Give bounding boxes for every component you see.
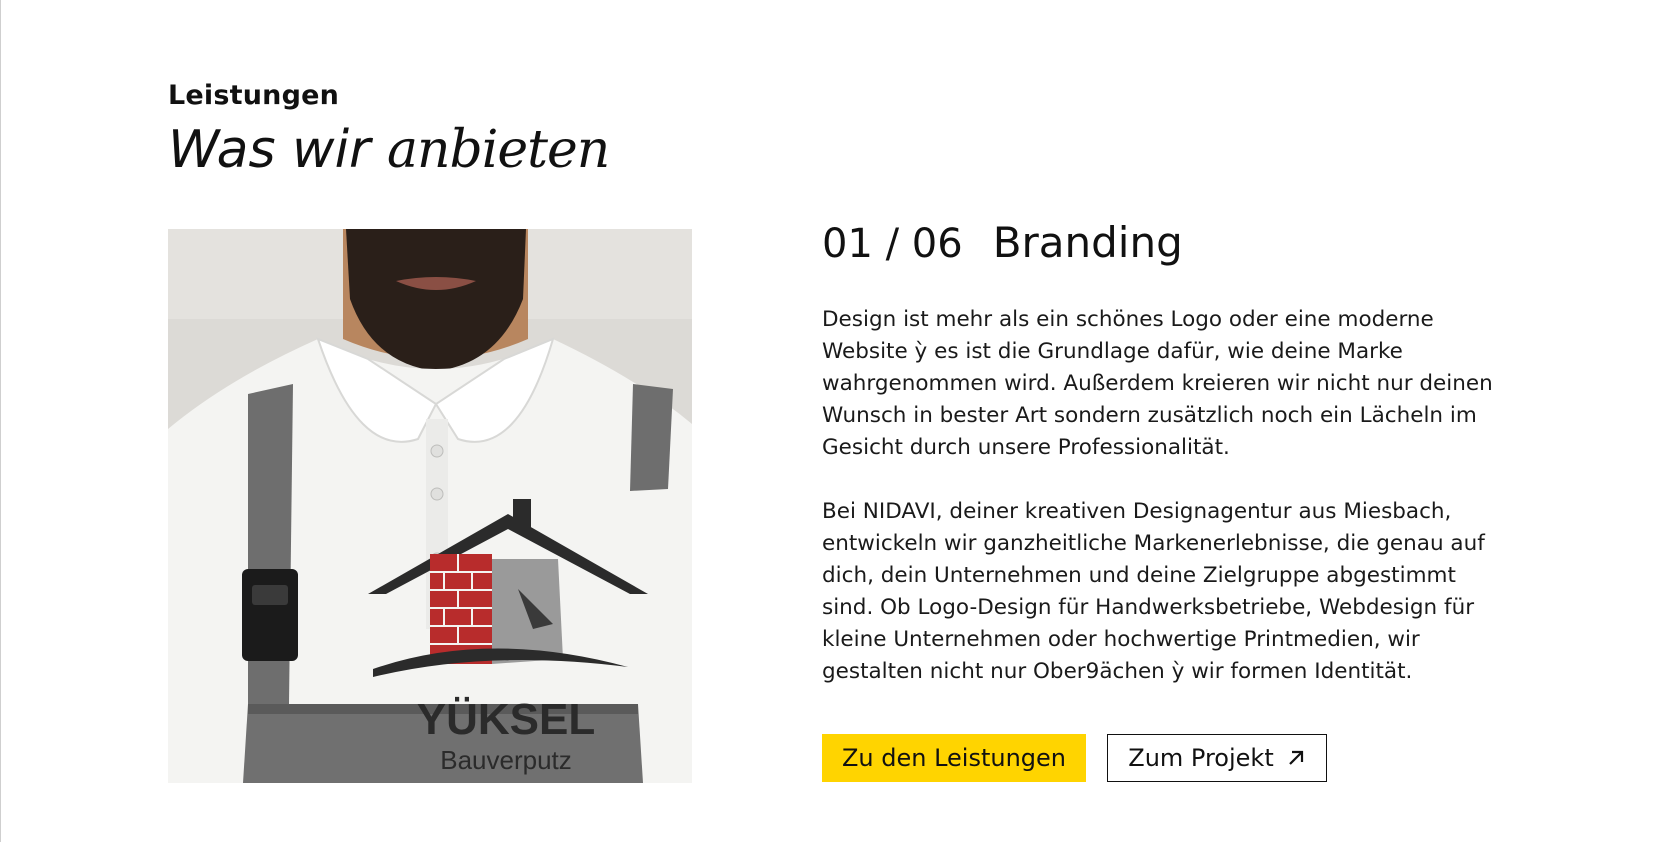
logo-name: YÜKSEL <box>417 695 595 744</box>
page-left-border <box>0 0 1 842</box>
headline-part-sans: Was wir <box>168 120 387 180</box>
services-button[interactable]: Zu den Leistungen <box>822 734 1086 782</box>
service-description: Design ist mehr als ein schönes Logo ode… <box>822 304 1502 720</box>
description-paragraph: Bei NIDAVI, deiner kreativen Designagent… <box>822 499 1485 684</box>
section-eyebrow: Leistungen <box>168 80 340 111</box>
project-button-label: Zum Projekt <box>1128 744 1274 772</box>
section-headline: Was wir anbieten <box>168 118 610 182</box>
headline-part-serif: anbieten <box>386 120 610 180</box>
service-image: YÜKSEL Bauverputz <box>168 229 692 783</box>
arrow-up-right-icon <box>1288 750 1303 765</box>
logo-subtitle: Bauverputz <box>440 745 572 775</box>
project-button[interactable]: Zum Projekt <box>1107 734 1327 782</box>
service-counter: 01 / 06 <box>822 221 963 267</box>
worker-shirt-illustration: YÜKSEL Bauverputz <box>168 229 692 783</box>
service-title: Branding <box>992 218 1183 267</box>
service-heading: 01 / 06 Branding <box>822 218 1183 267</box>
description-paragraph: Design ist mehr als ein schönes Logo ode… <box>822 307 1493 460</box>
